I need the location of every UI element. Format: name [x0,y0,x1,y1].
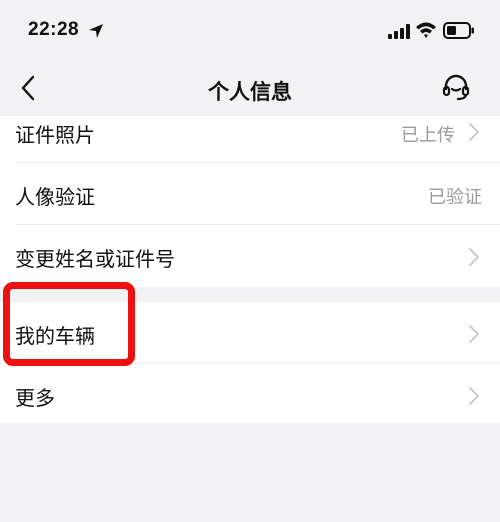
page-title: 个人信息 [208,80,292,104]
highlight-annotation [3,282,135,366]
chevron-right-icon [468,386,480,410]
list-item-face-verification[interactable]: 人像验证 已验证 [0,163,500,225]
list-item-label: 人像验证 [15,185,95,209]
wifi-icon [415,21,437,43]
customer-service-button[interactable] [438,73,474,107]
list-item-status: 已上传 [401,125,455,146]
location-arrow-icon [88,23,104,43]
chevron-right-icon [468,247,480,271]
cellular-signal-icon [388,24,410,43]
status-time: 22:28 [28,19,80,40]
list-item-label: 变更姓名或证件号 [15,247,175,271]
list-item-status: 已验证 [428,187,482,208]
chevron-right-icon [468,122,480,146]
list-item-change-name-id[interactable]: 变更姓名或证件号 [0,225,500,287]
list-item-id-photo[interactable]: 证件照片 已上传 [0,116,500,163]
personal-info-group: 证件照片 已上传 人像验证 已验证 变更姓名或证件号 [0,116,500,287]
battery-icon [443,22,475,43]
nav-bar: 个人信息 [0,64,500,116]
list-item-label: 证件照片 [15,123,95,147]
list-item-more[interactable]: 更多 [0,364,500,426]
customer-service-headset-icon [441,74,471,106]
chevron-right-icon [468,324,480,348]
status-bar: 22:28 [0,0,500,64]
list-item-label: 更多 [15,386,55,410]
